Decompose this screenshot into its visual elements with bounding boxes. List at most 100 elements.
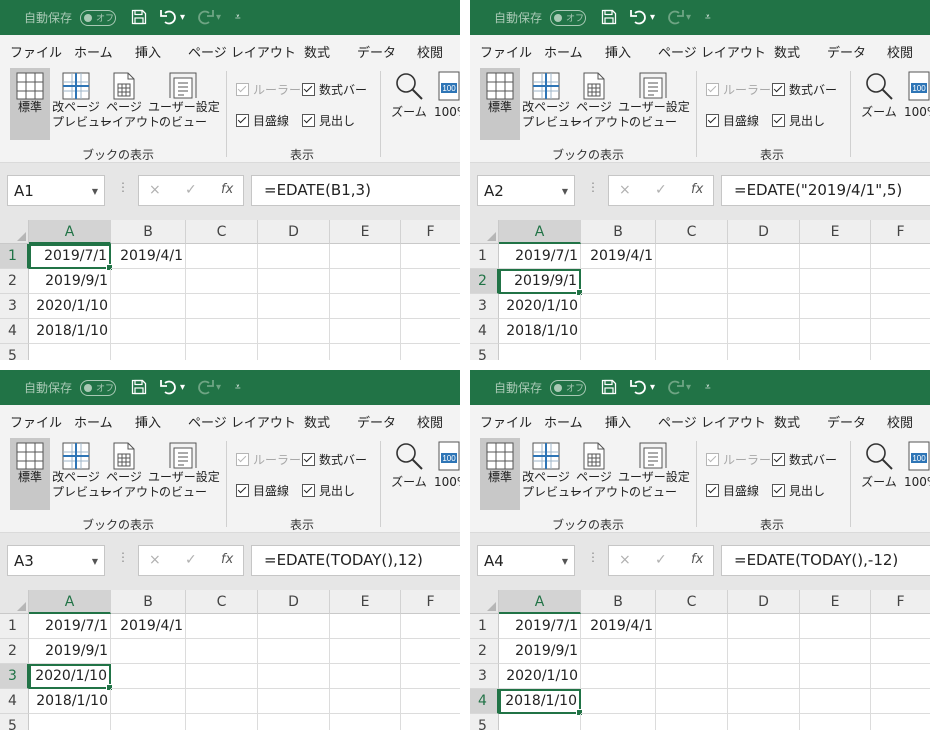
- row-header[interactable]: 1: [0, 614, 29, 639]
- cell[interactable]: [728, 269, 800, 294]
- chevron-down-icon[interactable]: ▼: [562, 546, 568, 577]
- normal-view-button[interactable]: 標準: [10, 68, 50, 140]
- ribbon-tab[interactable]: ファイル: [480, 42, 532, 61]
- cell[interactable]: [581, 664, 656, 689]
- ribbon-tab[interactable]: ページ レイアウト: [658, 42, 766, 61]
- active-cell[interactable]: 2020/1/10: [29, 664, 113, 691]
- ribbon-tab[interactable]: データ: [827, 42, 866, 61]
- row-header[interactable]: 5: [0, 714, 29, 730]
- cell[interactable]: [800, 244, 871, 269]
- cell[interactable]: [111, 344, 186, 360]
- formula-bar-checkbox[interactable]: 数式バー: [302, 81, 367, 98]
- column-header[interactable]: A: [29, 590, 111, 614]
- autosave-toggle[interactable]: オフ: [550, 10, 586, 26]
- headings-checkbox[interactable]: 見出し: [302, 482, 355, 499]
- cell[interactable]: [111, 664, 186, 689]
- cell[interactable]: [656, 689, 728, 714]
- ribbon-tab[interactable]: 挿入: [135, 412, 161, 431]
- cell[interactable]: [656, 244, 728, 269]
- cell[interactable]: 2019/9/1: [29, 639, 111, 664]
- page-break-preview-button[interactable]: 改ページ プレビュー: [522, 438, 582, 500]
- cancel-icon[interactable]: ×: [619, 552, 631, 568]
- autosave-toggle[interactable]: オフ: [80, 380, 116, 396]
- undo-icon[interactable]: [630, 379, 648, 399]
- cell[interactable]: [111, 689, 186, 714]
- customize-qat-icon[interactable]: ⩡: [235, 12, 241, 23]
- chevron-down-icon[interactable]: ▼: [562, 176, 568, 207]
- cell[interactable]: [581, 344, 656, 360]
- cell[interactable]: [581, 319, 656, 344]
- cell[interactable]: [800, 714, 871, 730]
- cell[interactable]: [330, 319, 401, 344]
- column-header[interactable]: C: [656, 220, 728, 244]
- cell[interactable]: [330, 244, 401, 269]
- formula-input[interactable]: =EDATE(TODAY(),12): [251, 545, 460, 576]
- insert-function-icon[interactable]: fx: [691, 552, 703, 567]
- ribbon-tab[interactable]: 数式: [774, 42, 800, 61]
- cancel-icon[interactable]: ×: [149, 182, 161, 198]
- cell[interactable]: [401, 664, 460, 689]
- cell[interactable]: [656, 614, 728, 639]
- insert-function-icon[interactable]: fx: [221, 182, 233, 197]
- ribbon-tab[interactable]: データ: [357, 412, 396, 431]
- undo-icon[interactable]: [160, 379, 178, 399]
- formula-input[interactable]: =EDATE(TODAY(),-12): [721, 545, 930, 576]
- row-header[interactable]: 2: [0, 269, 29, 294]
- cell[interactable]: [401, 344, 460, 360]
- cell[interactable]: [728, 664, 800, 689]
- cell[interactable]: [186, 689, 258, 714]
- insert-function-icon[interactable]: fx: [221, 552, 233, 567]
- zoom-100-button[interactable]: 100 100%: [904, 441, 930, 490]
- column-header[interactable]: E: [330, 220, 401, 244]
- autosave-toggle[interactable]: オフ: [80, 10, 116, 26]
- row-header[interactable]: 3: [470, 664, 499, 689]
- cell[interactable]: 2019/7/1: [499, 614, 581, 639]
- ribbon-tab[interactable]: ページ レイアウト: [188, 412, 296, 431]
- custom-views-button[interactable]: ユーザー設定 のビュー: [148, 68, 220, 130]
- column-header[interactable]: D: [258, 220, 330, 244]
- cell[interactable]: [186, 294, 258, 319]
- formula-input[interactable]: =EDATE("2019/4/1",5): [721, 175, 930, 206]
- cell[interactable]: [871, 269, 930, 294]
- cell[interactable]: [258, 244, 330, 269]
- cell[interactable]: [728, 294, 800, 319]
- autosave-toggle[interactable]: オフ: [550, 380, 586, 396]
- customize-qat-icon[interactable]: ⩡: [235, 382, 241, 393]
- cell[interactable]: [728, 614, 800, 639]
- active-cell[interactable]: 2019/9/1: [499, 269, 583, 296]
- page-layout-button[interactable]: ページ レイアウト: [570, 438, 630, 500]
- zoom-button[interactable]: ズーム: [860, 441, 898, 490]
- column-header[interactable]: F: [401, 220, 460, 244]
- select-all-button[interactable]: [470, 590, 499, 614]
- cell[interactable]: [871, 639, 930, 664]
- cell[interactable]: [401, 294, 460, 319]
- vertical-dots-icon[interactable]: ⋮: [117, 180, 129, 194]
- zoom-button[interactable]: ズーム: [860, 71, 898, 120]
- cell[interactable]: 2019/4/1: [111, 244, 186, 269]
- row-header[interactable]: 3: [0, 664, 29, 689]
- cell[interactable]: [871, 344, 930, 360]
- cell[interactable]: [258, 319, 330, 344]
- cell[interactable]: [871, 714, 930, 730]
- save-icon[interactable]: [131, 379, 147, 399]
- ribbon-tab[interactable]: 数式: [304, 42, 330, 61]
- custom-views-button[interactable]: ユーザー設定 のビュー: [618, 438, 690, 500]
- cell[interactable]: [800, 639, 871, 664]
- column-header[interactable]: C: [186, 220, 258, 244]
- cell[interactable]: [581, 714, 656, 730]
- cell[interactable]: [871, 319, 930, 344]
- chevron-down-icon[interactable]: ▼: [92, 546, 98, 577]
- headings-checkbox[interactable]: 見出し: [772, 482, 825, 499]
- cell[interactable]: 2020/1/10: [499, 664, 581, 689]
- cell[interactable]: [499, 344, 581, 360]
- column-header[interactable]: A: [29, 220, 111, 244]
- undo-icon[interactable]: [160, 9, 178, 29]
- row-header[interactable]: 5: [470, 714, 499, 730]
- column-header[interactable]: F: [871, 220, 930, 244]
- cell[interactable]: [401, 714, 460, 730]
- cell[interactable]: [111, 319, 186, 344]
- row-header[interactable]: 5: [470, 344, 499, 360]
- custom-views-button[interactable]: ユーザー設定 のビュー: [618, 68, 690, 130]
- cell[interactable]: [258, 664, 330, 689]
- cell[interactable]: [29, 344, 111, 360]
